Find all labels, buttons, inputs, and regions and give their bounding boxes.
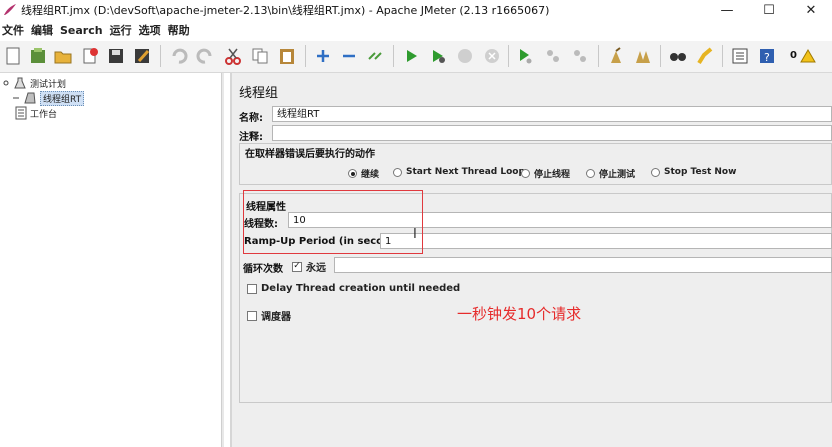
- comment-label: 注释:: [239, 132, 263, 143]
- new-icon[interactable]: [2, 45, 24, 67]
- checkbox-unchecked[interactable]: [247, 310, 257, 321]
- error-action-legend: 在取样器错误后要执行的动作: [245, 149, 375, 160]
- radio-button-selected[interactable]: [348, 169, 357, 178]
- open-icon[interactable]: [52, 45, 74, 67]
- scheduler-label: 调度器: [261, 312, 291, 323]
- toolbar: ? 0: [0, 41, 832, 73]
- copy-icon[interactable]: [249, 45, 271, 67]
- scheduler-checkbox[interactable]: 调度器: [247, 308, 291, 323]
- close-icon[interactable]: [79, 45, 101, 67]
- delay-thread-label: Delay Thread creation until needed: [261, 283, 461, 294]
- radio-continue[interactable]: 继续: [348, 167, 379, 180]
- undo-icon[interactable]: [168, 45, 190, 67]
- help-icon[interactable]: ?: [756, 45, 778, 67]
- forever-label: 永远: [306, 263, 326, 274]
- radio-stop-thread[interactable]: 停止线程: [521, 167, 570, 180]
- annotation-text: 一秒钟发10个请求: [457, 305, 582, 323]
- start-no-pause-icon[interactable]: [427, 45, 449, 67]
- tree-node-test-plan[interactable]: 测试计划: [2, 75, 66, 91]
- expand-icon[interactable]: [312, 45, 334, 67]
- redo-icon[interactable]: [194, 45, 216, 67]
- radio-stop-test-now[interactable]: Stop Test Now: [651, 167, 736, 177]
- shutdown-icon[interactable]: [481, 45, 503, 67]
- tree-label-thread-group: 线程组RT: [40, 90, 85, 106]
- toggle-icon[interactable]: [364, 45, 386, 67]
- warning-icon[interactable]: [797, 45, 819, 67]
- radio-start-next-loop[interactable]: Start Next Thread Loop: [393, 167, 525, 177]
- menu-edit[interactable]: 编辑: [29, 22, 58, 38]
- workbench-icon: [15, 106, 27, 120]
- radio-label-start-next-loop: Start Next Thread Loop: [406, 167, 525, 177]
- tree-node-thread-group[interactable]: 线程组RT: [12, 90, 85, 106]
- tree-branch-icon: [13, 97, 19, 99]
- minimize-button[interactable]: —: [706, 0, 748, 20]
- svg-text:?: ?: [764, 51, 770, 64]
- reset-search-icon[interactable]: [694, 45, 716, 67]
- radio-button[interactable]: [521, 169, 530, 178]
- radio-label-stop-test: 停止测试: [599, 170, 636, 180]
- menu-search[interactable]: Search: [58, 24, 108, 37]
- clear-all-icon[interactable]: [632, 45, 654, 67]
- menu-options[interactable]: 选项: [137, 22, 166, 38]
- thread-group-icon: [24, 92, 36, 104]
- checkbox-unchecked[interactable]: [247, 283, 257, 294]
- tree-collapse-icon[interactable]: [2, 77, 10, 89]
- rampup-field[interactable]: 1: [380, 233, 832, 249]
- templates-icon[interactable]: [27, 45, 49, 67]
- window-title: 线程组RT.jmx (D:\devSoft\apache-jmeter-2.13…: [21, 4, 550, 17]
- radio-label-continue: 继续: [361, 170, 380, 180]
- error-count: 0: [790, 50, 797, 61]
- cut-icon[interactable]: [222, 45, 244, 67]
- radio-button[interactable]: [651, 167, 660, 177]
- radio-stop-test[interactable]: 停止测试: [586, 167, 635, 180]
- comment-field[interactable]: [272, 125, 832, 141]
- collapse-icon[interactable]: [338, 45, 360, 67]
- radio-label-stop-thread: 停止线程: [534, 170, 571, 180]
- tree-node-workbench[interactable]: 工作台: [12, 105, 57, 121]
- thread-group-panel: 线程组 名称: 线程组RT 注释: 在取样器错误后要执行的动作 继续 Start…: [230, 73, 832, 447]
- highlight-box: [243, 190, 423, 254]
- loop-count-label: 循环次数: [243, 264, 283, 275]
- delay-thread-checkbox[interactable]: Delay Thread creation until needed: [247, 283, 460, 294]
- remote-shutdown-icon[interactable]: [569, 45, 591, 67]
- radio-button[interactable]: [586, 169, 595, 178]
- jmeter-feather-icon: [4, 4, 16, 15]
- stop-icon[interactable]: [454, 45, 476, 67]
- tree-label-workbench: 工作台: [30, 109, 58, 120]
- close-button[interactable]: ✕: [790, 0, 832, 20]
- radio-button[interactable]: [393, 167, 402, 177]
- tree-label-test-plan: 测试计划: [30, 79, 67, 90]
- loop-count-field[interactable]: [334, 257, 832, 273]
- remote-start-icon[interactable]: [514, 45, 536, 67]
- split-pane-divider[interactable]: [222, 73, 224, 447]
- name-field[interactable]: 线程组RT: [272, 106, 832, 122]
- start-icon[interactable]: [400, 45, 422, 67]
- test-plan-icon: [14, 77, 26, 89]
- menu-bar: 文件 编辑 Search 运行 选项 帮助: [0, 21, 832, 39]
- function-helper-icon[interactable]: [729, 45, 751, 67]
- panel-title: 线程组: [239, 86, 279, 101]
- name-label: 名称:: [239, 113, 263, 124]
- test-plan-tree: 测试计划 线程组RT 工作台: [0, 73, 222, 447]
- save-as-icon[interactable]: [131, 45, 153, 67]
- search-icon[interactable]: [667, 45, 689, 67]
- menu-run[interactable]: 运行: [108, 22, 137, 38]
- title-bar: 线程组RT.jmx (D:\devSoft\apache-jmeter-2.13…: [0, 0, 832, 20]
- remote-stop-icon[interactable]: [542, 45, 564, 67]
- menu-file[interactable]: 文件: [0, 22, 29, 38]
- save-icon[interactable]: [105, 45, 127, 67]
- clear-icon[interactable]: [605, 45, 627, 67]
- forever-checkbox[interactable]: ✓ 永远: [292, 259, 326, 274]
- paste-icon[interactable]: [276, 45, 298, 67]
- maximize-button[interactable]: ☐: [748, 0, 790, 20]
- menu-help[interactable]: 帮助: [166, 22, 195, 38]
- radio-label-stop-test-now: Stop Test Now: [664, 167, 737, 177]
- checkbox-checked[interactable]: ✓: [292, 261, 302, 272]
